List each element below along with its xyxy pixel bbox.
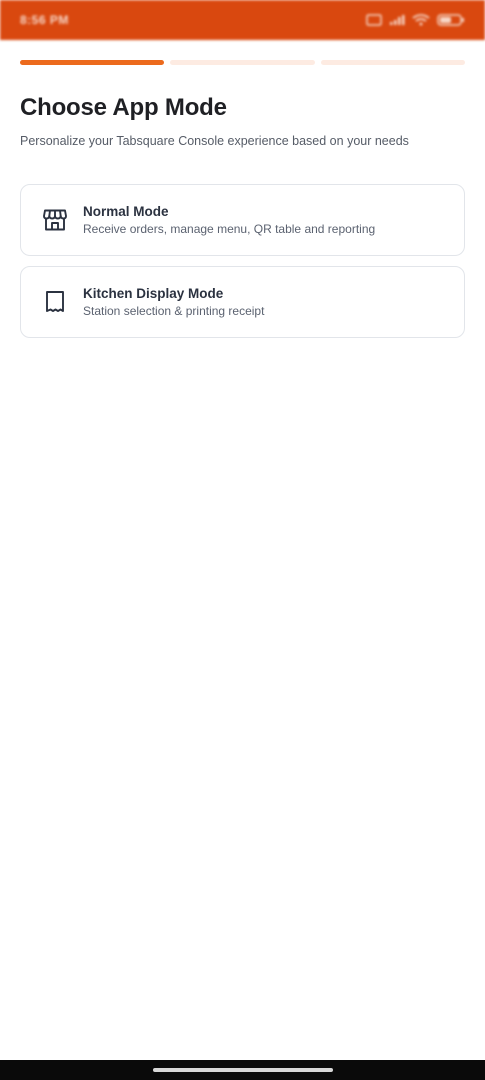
sim-icon bbox=[366, 14, 382, 26]
status-bar: 8:56 PM bbox=[0, 0, 485, 40]
status-icons bbox=[366, 14, 465, 26]
page-subtitle: Personalize your Tabsquare Console exper… bbox=[20, 134, 409, 148]
page-title: Choose App Mode bbox=[20, 94, 227, 121]
step-progress bbox=[20, 60, 465, 65]
progress-step-1 bbox=[20, 60, 165, 65]
progress-step-3 bbox=[320, 60, 465, 65]
system-navigation-bar bbox=[0, 1060, 485, 1080]
battery-icon bbox=[437, 14, 465, 26]
status-time: 8:56 PM bbox=[20, 13, 69, 27]
normal-mode-option[interactable]: Normal Mode Receive orders, manage menu,… bbox=[20, 184, 465, 256]
kitchen-display-mode-title: Kitchen Display Mode bbox=[83, 286, 224, 301]
progress-step-2 bbox=[170, 60, 315, 65]
receipt-icon bbox=[41, 288, 69, 316]
kitchen-display-mode-description: Station selection & printing receipt bbox=[83, 304, 265, 318]
normal-mode-description: Receive orders, manage menu, QR table an… bbox=[83, 222, 376, 236]
home-gesture-handle[interactable] bbox=[152, 1068, 333, 1072]
normal-mode-title: Normal Mode bbox=[83, 204, 169, 219]
signal-icon bbox=[389, 14, 405, 26]
wifi-icon bbox=[412, 14, 430, 26]
kitchen-display-mode-option[interactable]: Kitchen Display Mode Station selection &… bbox=[20, 266, 465, 338]
store-icon bbox=[41, 206, 69, 234]
